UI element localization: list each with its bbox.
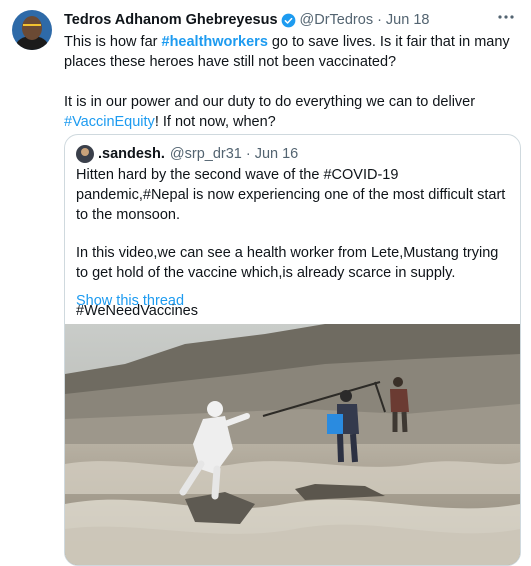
tweet-header: Tedros Adhanom Ghebreyesus @DrTedros · J… [64,10,429,30]
tweet-date[interactable]: Jun 18 [386,12,430,28]
author-name[interactable]: Tedros Adhanom Ghebreyesus [64,12,278,28]
tweet-text-segment: ! If not now, when? [154,114,276,130]
author-handle[interactable]: @DrTedros [300,12,374,28]
quoted-author-name[interactable]: .sandesh. [98,146,165,162]
more-horizontal-icon[interactable] [495,10,517,28]
header-separator: · [377,12,382,28]
quoted-tweet-header: .sandesh. @srp_dr31 · Jun 16 [76,145,298,163]
tweet-text-segment: It is in our power and our duty to do ev… [64,94,476,110]
tweet-paragraph-2: It is in our power and our duty to do ev… [64,92,520,132]
quoted-header-separator: · [245,146,251,162]
hashtag-healthworkers[interactable]: #healthworkers [162,34,268,50]
quoted-paragraph-2: In this video,we can see a health worker… [76,245,499,281]
hashtag-vaccinequity[interactable]: #VaccinEquity [64,114,155,130]
verified-badge-icon [281,13,295,27]
video-media[interactable] [65,324,520,565]
tweet-text: This is how far #healthworkers go to sav… [64,32,520,132]
quoted-tweet-date[interactable]: Jun 16 [255,146,299,162]
quoted-author-handle[interactable]: @srp_dr31 [170,146,242,162]
quoted-tweet[interactable]: .sandesh. @srp_dr31 · Jun 16 Hitten hard… [64,134,521,566]
video-thumbnail-image [65,324,520,565]
avatar-glasses [23,24,41,30]
show-thread-link[interactable]: Show this thread [76,293,184,309]
tweet-card[interactable]: Tedros Adhanom Ghebreyesus @DrTedros · J… [0,0,531,566]
quoted-author-avatar[interactable] [76,145,94,163]
author-avatar[interactable] [12,10,52,50]
tweet-text-segment: This is how far [64,34,162,50]
tweet-paragraph-1: This is how far #healthworkers go to sav… [64,32,520,72]
quoted-paragraph-1: Hitten hard by the second wave of the #C… [76,167,506,223]
